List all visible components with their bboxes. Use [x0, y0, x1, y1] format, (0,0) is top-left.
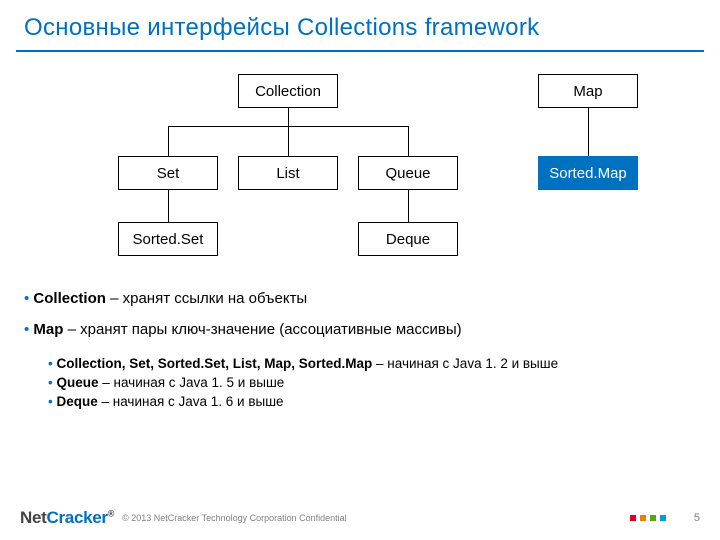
bullet-collection: Collection – хранят ссылки на объекты [24, 290, 696, 307]
node-set: Set [118, 156, 218, 190]
logo: NetCracker® [20, 508, 114, 528]
footer-dots [630, 515, 666, 521]
node-collection: Collection [238, 74, 338, 108]
sub-bullet-java12: Collection, Set, Sorted.Set, List, Map, … [48, 356, 696, 371]
footer: NetCracker® © 2013 NetCracker Technology… [0, 496, 720, 540]
dot-icon [630, 515, 636, 521]
node-list: List [238, 156, 338, 190]
dot-icon [650, 515, 656, 521]
node-queue: Queue [358, 156, 458, 190]
node-sortedset: Sorted.Set [118, 222, 218, 256]
sub-bullets: Collection, Set, Sorted.Set, List, Map, … [48, 356, 696, 409]
bullet-map: Map – хранят пары ключ-значение (ассоциа… [24, 321, 696, 338]
hierarchy-diagram: Collection Map Set List Queue Sorted.Map… [0, 58, 720, 288]
node-map: Map [538, 74, 638, 108]
node-deque: Deque [358, 222, 458, 256]
dot-icon [660, 515, 666, 521]
node-sortedmap: Sorted.Map [538, 156, 638, 190]
page-number: 5 [694, 512, 700, 524]
bullet-list: Collection – хранят ссылки на объекты Ma… [0, 290, 720, 409]
dot-icon [640, 515, 646, 521]
sub-bullet-java16: Deque – начиная с Java 1. 6 и выше [48, 394, 696, 409]
copyright: © 2013 NetCracker Technology Corporation… [122, 513, 347, 523]
sub-bullet-java15: Queue – начиная с Java 1. 5 и выше [48, 375, 696, 390]
title-divider [16, 50, 704, 52]
slide-title: Основные интерфейсы Collections framewor… [0, 0, 720, 42]
